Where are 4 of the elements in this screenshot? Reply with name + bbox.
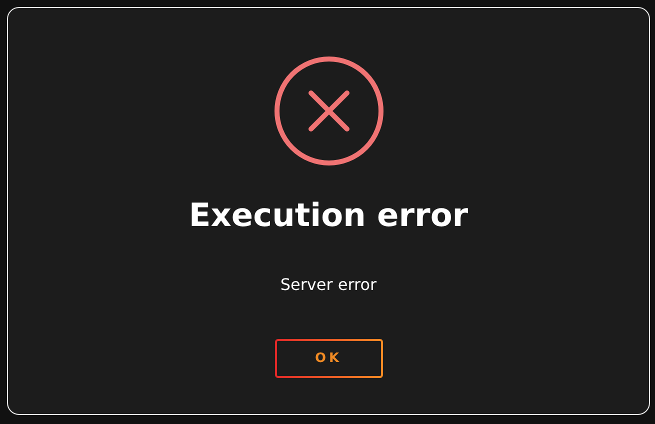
error-icon	[274, 56, 384, 166]
ok-button[interactable]: OK	[274, 339, 382, 378]
dialog-title: Execution error	[188, 195, 468, 236]
error-message: Server error	[280, 274, 377, 296]
